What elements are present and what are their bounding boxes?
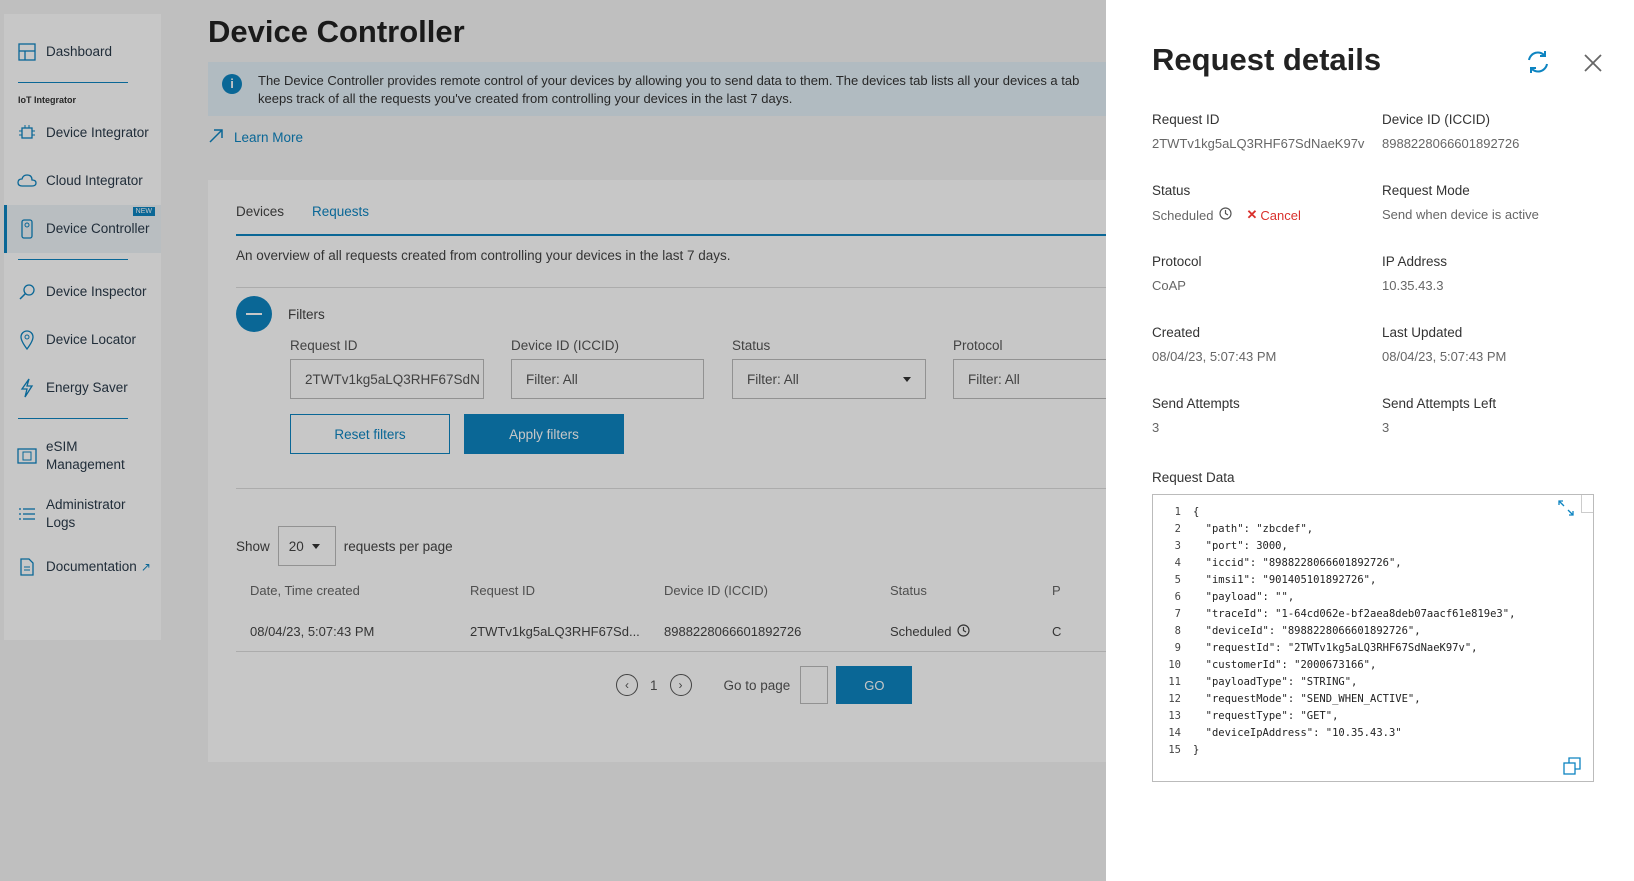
code-text: "deviceIpAddress": "10.35.43.3" [1193,726,1402,739]
clock-icon [1219,207,1233,223]
line-number: 9 [1174,641,1181,654]
code-line: 15} [1153,741,1593,758]
code-line: 6 "payload": "", [1153,588,1593,605]
code-text: "port": 3000, [1193,539,1288,552]
detail-value: CoAP [1152,278,1186,293]
line-number: 4 [1174,556,1181,569]
code-line: 10 "customerId": "2000673166", [1153,656,1593,673]
request-data-label: Request Data [1152,470,1235,485]
cancel-request-button[interactable]: ✕ Cancel [1246,207,1300,223]
request-id-detail: Request ID 2TWTv1kg5aLQ3RHF67SdNaeK97v [1152,112,1382,183]
detail-label: IP Address [1382,254,1448,269]
detail-label: Request ID [1152,112,1220,127]
detail-value: 3 [1152,420,1160,435]
detail-label: Send Attempts [1152,396,1240,411]
detail-value: 10.35.43.3 [1382,278,1444,293]
send-attempts-detail: Send Attempts 3 [1152,396,1382,467]
code-lines: 1{2 "path": "zbcdef", 3 "port": 3000, 4 "i… [1153,503,1593,758]
line-number: 12 [1168,692,1181,705]
send-attempts-left-detail: Send Attempts Left 3 [1382,396,1612,467]
code-text: "iccid": "8988228066601892726", [1193,556,1402,569]
line-number: 1 [1174,505,1181,518]
x-icon: ✕ [1246,207,1258,222]
code-line: 8 "deviceId": "8988228066601892726", [1153,622,1593,639]
detail-label: Protocol [1152,254,1202,269]
code-line: 9 "requestId": "2TWTv1kg5aLQ3RHF67SdNaeK… [1153,639,1593,656]
cancel-label: Cancel [1260,207,1301,223]
code-text: "deviceId": "8988228066601892726", [1193,624,1421,637]
code-line: 2 "path": "zbcdef", [1153,520,1593,537]
line-number: 15 [1168,743,1181,756]
code-text: } [1193,743,1200,756]
code-line: 1{ [1153,503,1593,520]
detail-label: Status [1152,183,1191,198]
code-line: 3 "port": 3000, [1153,537,1593,554]
detail-value: 2TWTv1kg5aLQ3RHF67SdNaeK97v [1152,136,1365,151]
line-number: 11 [1168,675,1181,688]
detail-label: Send Attempts Left [1382,396,1497,411]
expand-icon[interactable] [1557,499,1575,517]
ip-address-detail: IP Address 10.35.43.3 [1382,254,1612,325]
status-value: Scheduled ✕ Cancel [1152,207,1382,223]
status-detail: Status Scheduled ✕ Cancel [1152,183,1382,254]
details-grid: Request ID 2TWTv1kg5aLQ3RHF67SdNaeK97v D… [1152,112,1612,467]
code-line: 4 "iccid": "8988228066601892726", [1153,554,1593,571]
code-text: "requestId": "2TWTv1kg5aLQ3RHF67SdNaeK97… [1193,641,1478,654]
line-number: 10 [1168,658,1181,671]
code-line: 7 "traceId": "1-64cd062e-bf2aea8deb07aac… [1153,605,1593,622]
line-number: 6 [1174,590,1181,603]
line-number: 14 [1168,726,1181,739]
detail-value: 08/04/23, 5:07:43 PM [1382,349,1507,364]
copy-icon[interactable] [1563,757,1581,775]
detail-value: 8988228066601892726 [1382,136,1520,151]
detail-label: Request Mode [1382,183,1470,198]
detail-label: Device ID (ICCID) [1382,112,1491,127]
status-text: Scheduled [1152,207,1214,223]
code-text: "payloadType": "STRING", [1193,675,1358,688]
protocol-detail: Protocol CoAP [1152,254,1382,325]
code-text: "path": "zbcdef", [1193,522,1314,535]
code-text: "requestMode": "SEND_WHEN_ACTIVE", [1193,692,1421,705]
line-number: 8 [1174,624,1181,637]
code-text: "payload": "", [1193,590,1295,603]
code-line: 12 "requestMode": "SEND_WHEN_ACTIVE", [1153,690,1593,707]
refresh-icon[interactable] [1524,48,1552,76]
drawer-title: Request details [1152,42,1382,77]
code-text: { [1193,505,1200,518]
line-number: 13 [1168,709,1181,722]
code-text: "imsi1": "901405101892726", [1193,573,1377,586]
code-text: "traceId": "1-64cd062e-bf2aea8deb07aacf6… [1193,607,1516,620]
line-number: 5 [1174,573,1181,586]
request-details-drawer: Request details Request ID 2TWTv1kg5aLQ3… [1106,0,1634,881]
detail-value: 3 [1382,420,1390,435]
line-number: 7 [1174,607,1181,620]
scrollbar[interactable] [1581,495,1593,513]
line-number: 2 [1174,522,1181,535]
code-line: 13 "requestType": "GET", [1153,707,1593,724]
request-mode-detail: Request Mode Send when device is active [1382,183,1612,254]
code-line: 11 "payloadType": "STRING", [1153,673,1593,690]
detail-value: Send when device is active [1382,207,1539,222]
close-icon[interactable] [1582,52,1604,74]
request-data-editor[interactable]: 1{2 "path": "zbcdef", 3 "port": 3000, 4 "i… [1152,494,1594,782]
device-id-detail: Device ID (ICCID) 8988228066601892726 [1382,112,1612,183]
code-line: 14 "deviceIpAddress": "10.35.43.3" [1153,724,1593,741]
detail-label: Last Updated [1382,325,1463,340]
last-updated-detail: Last Updated 08/04/23, 5:07:43 PM [1382,325,1612,396]
code-text: "customerId": "2000673166", [1193,658,1377,671]
code-line: 5 "imsi1": "901405101892726", [1153,571,1593,588]
code-text: "requestType": "GET", [1193,709,1339,722]
created-detail: Created 08/04/23, 5:07:43 PM [1152,325,1382,396]
line-number: 3 [1174,539,1181,552]
detail-value: 08/04/23, 5:07:43 PM [1152,349,1277,364]
detail-label: Created [1152,325,1201,340]
